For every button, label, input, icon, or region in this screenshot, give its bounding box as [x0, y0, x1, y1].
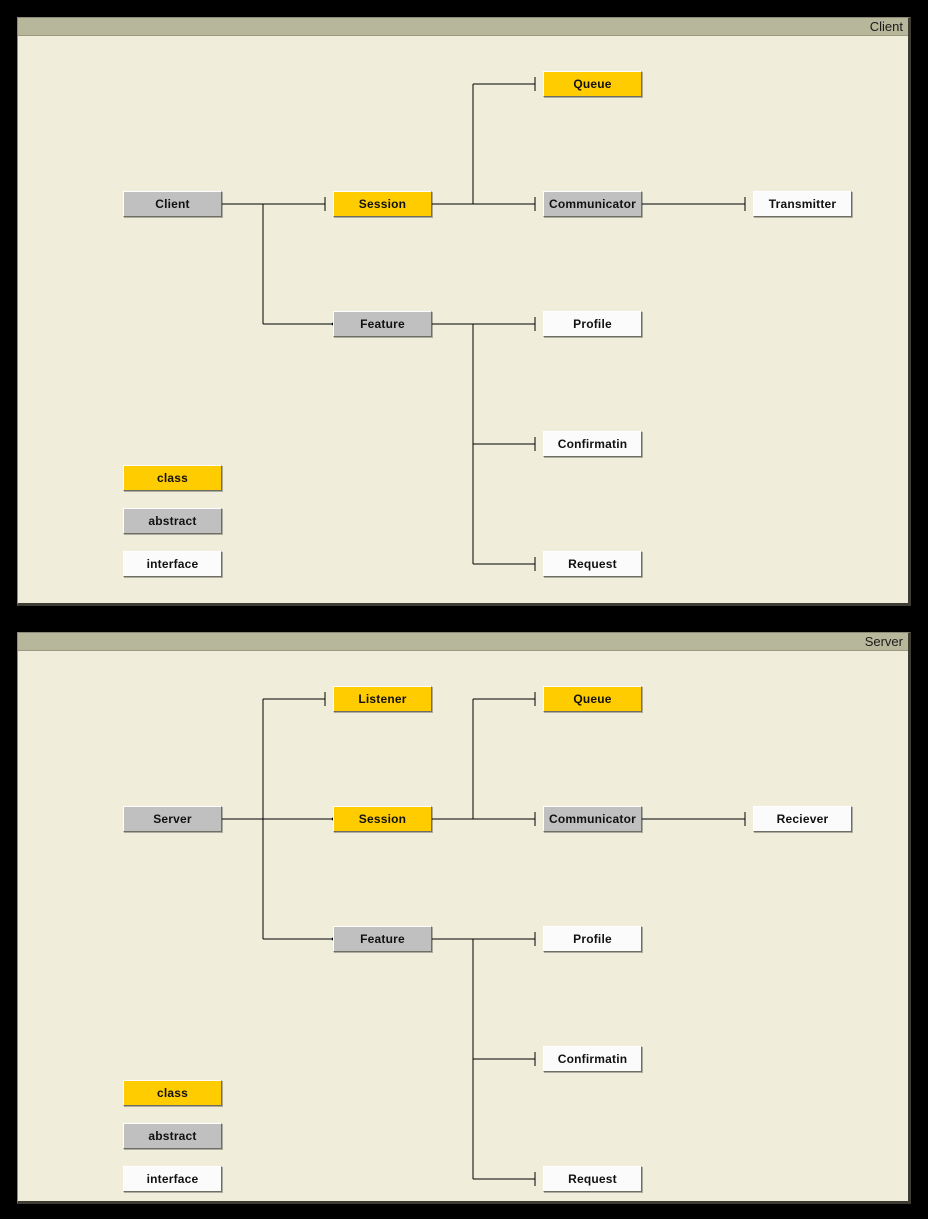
- legend-item-legend-abstract[interactable]: abstract: [123, 508, 222, 534]
- class-node-profile[interactable]: Profile: [543, 311, 642, 337]
- legend-item-legend-abstract[interactable]: abstract: [123, 1123, 222, 1149]
- class-node-confirmatin[interactable]: Confirmatin: [543, 431, 642, 457]
- node-label: Listener: [358, 692, 407, 706]
- node-label: Feature: [360, 932, 405, 946]
- node-label: Queue: [573, 692, 612, 706]
- panel-title: Client: [869, 19, 903, 34]
- node-label: Communicator: [548, 197, 637, 211]
- class-node-feature[interactable]: Feature: [333, 926, 432, 952]
- node-label: Feature: [360, 317, 405, 331]
- node-label: Queue: [573, 77, 612, 91]
- class-node-reciever[interactable]: Reciever: [753, 806, 852, 832]
- panel-title: Server: [864, 634, 903, 649]
- legend-item-legend-class[interactable]: class: [123, 1080, 222, 1106]
- panel-server: Server Server Listener Session Feature Queue C…: [17, 632, 911, 1204]
- class-node-request[interactable]: Request: [543, 551, 642, 577]
- node-label: Session: [358, 812, 407, 826]
- panel-client: Client Client Session Feature Queue Communica…: [17, 17, 911, 606]
- node-label: Session: [358, 197, 407, 211]
- node-label: interface: [146, 557, 199, 571]
- panel-canvas-client: Client Session Feature Queue Communicator Pro…: [18, 36, 908, 603]
- node-label: Request: [568, 1172, 617, 1186]
- node-label: Transmitter: [768, 197, 837, 211]
- class-node-communicator[interactable]: Communicator: [543, 806, 642, 832]
- class-node-queue[interactable]: Queue: [543, 686, 642, 712]
- node-label: Server: [153, 812, 192, 826]
- legend-item-legend-interface[interactable]: interface: [123, 1166, 222, 1192]
- class-node-session[interactable]: Session: [333, 191, 432, 217]
- class-node-profile[interactable]: Profile: [543, 926, 642, 952]
- class-node-request[interactable]: Request: [543, 1166, 642, 1192]
- class-node-server[interactable]: Server: [123, 806, 222, 832]
- class-node-client[interactable]: Client: [123, 191, 222, 217]
- class-node-session[interactable]: Session: [333, 806, 432, 832]
- node-label: Client: [155, 197, 190, 211]
- class-node-communicator[interactable]: Communicator: [543, 191, 642, 217]
- legend-item-legend-interface[interactable]: interface: [123, 551, 222, 577]
- class-node-queue[interactable]: Queue: [543, 71, 642, 97]
- node-label: Profile: [573, 317, 612, 331]
- panel-canvas-server: Server Listener Session Feature Queue Communi…: [18, 651, 908, 1201]
- node-label: Communicator: [548, 812, 637, 826]
- panel-titlebar-client: Client: [18, 18, 908, 36]
- class-node-feature[interactable]: Feature: [333, 311, 432, 337]
- node-label: Confirmatin: [557, 1052, 628, 1066]
- node-label: class: [156, 1086, 189, 1100]
- connector-layer: [222, 692, 746, 1186]
- class-node-listener[interactable]: Listener: [333, 686, 432, 712]
- node-label: abstract: [148, 514, 197, 528]
- node-label: abstract: [148, 1129, 197, 1143]
- panel-titlebar-server: Server: [18, 633, 908, 651]
- node-label: Confirmatin: [557, 437, 628, 451]
- node-label: Profile: [573, 932, 612, 946]
- class-node-transmitter[interactable]: Transmitter: [753, 191, 852, 217]
- legend-item-legend-class[interactable]: class: [123, 465, 222, 491]
- node-label: Request: [568, 557, 617, 571]
- class-node-confirmatin[interactable]: Confirmatin: [543, 1046, 642, 1072]
- node-label: interface: [146, 1172, 199, 1186]
- node-label: Reciever: [776, 812, 829, 826]
- node-label: class: [156, 471, 189, 485]
- diagram-page: Client Client Session Feature Queue Communica…: [0, 0, 928, 1219]
